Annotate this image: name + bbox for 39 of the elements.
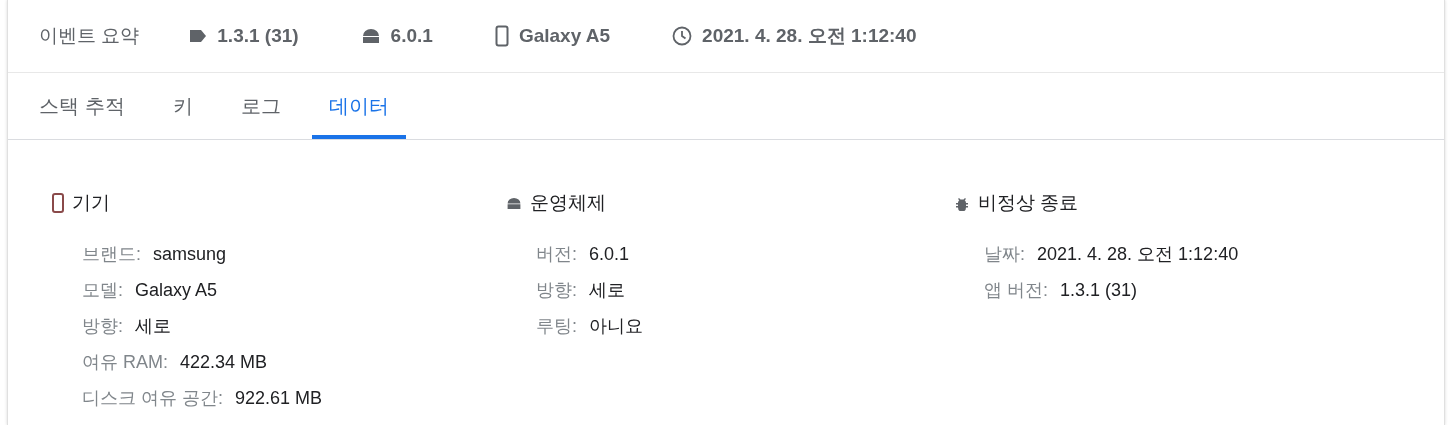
bug-icon — [954, 195, 970, 211]
field-label: 방향: — [82, 316, 123, 336]
tab[interactable]: 로그 — [223, 73, 298, 139]
summary-value: 6.0.1 — [390, 25, 433, 47]
tab[interactable]: 데이터 — [311, 73, 406, 139]
summary-title: 이벤트 요약 — [39, 24, 140, 48]
phone-icon — [52, 193, 64, 213]
section-title: 비정상 종료 — [978, 191, 1079, 215]
field-value: samsung — [153, 244, 227, 264]
field-label: 방향: — [536, 280, 577, 300]
field-label: 버전: — [536, 244, 577, 264]
field-value: 1.3.1 (31) — [1060, 280, 1138, 300]
field-value: Galaxy A5 — [135, 280, 218, 300]
field-value: 922.61 MB — [235, 388, 323, 408]
field-value: 422.34 MB — [180, 352, 268, 372]
field-label: 디스크 여유 공간: — [82, 388, 223, 408]
tab[interactable]: 키 — [155, 73, 210, 139]
section-title: 운영체제 — [530, 191, 606, 215]
summary-value: 2021. 4. 28. 오전 1:12:40 — [702, 24, 917, 48]
field-value: 아니요 — [589, 316, 643, 336]
field-label: 여유 RAM: — [82, 352, 168, 372]
section-title: 기기 — [72, 191, 110, 215]
field-value: 2021. 4. 28. 오전 1:12:40 — [1037, 244, 1239, 264]
field-label: 날짜: — [984, 244, 1025, 264]
field-value: 세로 — [135, 316, 171, 336]
field-label: 모델: — [82, 280, 123, 300]
clock-icon — [672, 26, 693, 46]
summary-value: Galaxy A5 — [518, 25, 611, 47]
android-icon — [360, 28, 381, 44]
field-value: 6.0.1 — [589, 244, 630, 264]
tag-icon — [189, 29, 208, 43]
field-label: 앱 버전: — [984, 280, 1048, 300]
field-label: 루팅: — [536, 316, 577, 336]
field-value: 세로 — [589, 280, 625, 300]
summary-value: 1.3.1 (31) — [217, 25, 299, 47]
android-icon — [506, 196, 522, 210]
phone-icon — [494, 25, 509, 47]
field-label: 브랜드: — [82, 244, 141, 264]
tab[interactable]: 스택 추적 — [22, 73, 142, 139]
